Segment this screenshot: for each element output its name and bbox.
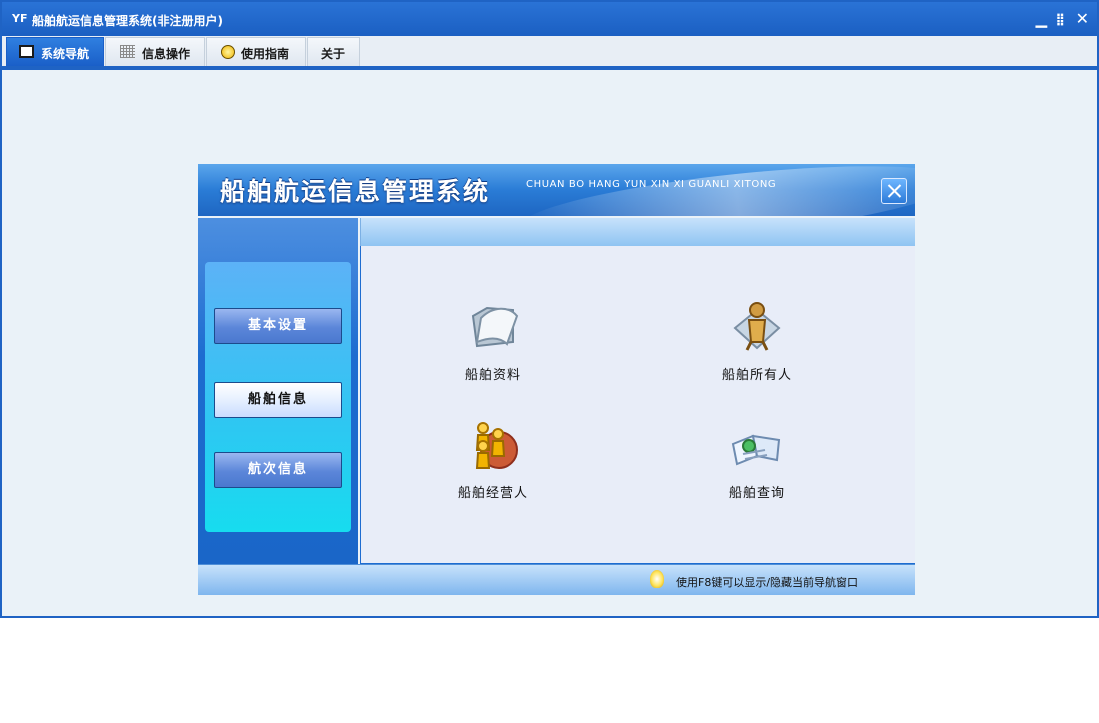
- sidebar-item-ship-info[interactable]: 船舶信息: [214, 382, 342, 418]
- item-label: 船舶经营人: [457, 486, 528, 501]
- tab-user-guide[interactable]: 使用指南: [206, 37, 306, 66]
- navigation-footer: 使用F8键可以显示/隐藏当前导航窗口: [198, 564, 915, 595]
- navigation-sidebar: 基本设置 船舶信息 航次信息: [198, 218, 358, 564]
- content-header: [360, 218, 915, 246]
- title-bar[interactable]: YF 船舶航运信息管理系统(非注册用户) ▁ ⣿ ✕: [2, 2, 1097, 36]
- navigation-header: 船舶航运信息管理系统 CHUAN BO HANG YUN XIN XI GUAN…: [198, 164, 915, 216]
- navigation-content: 船舶资料 船舶所有人 船舶经营人 船舶查询: [360, 246, 915, 564]
- tab-info-operation[interactable]: 信息操作: [105, 37, 205, 66]
- item-label: 船舶所有人: [721, 368, 792, 383]
- minimize-icon[interactable]: ▁: [1035, 10, 1047, 28]
- navigation-title: 船舶航运信息管理系统: [220, 177, 491, 206]
- restore-icon[interactable]: ⣿: [1056, 10, 1065, 28]
- grid-icon: [120, 45, 135, 58]
- menu-bar: 系统导航 信息操作 使用指南 关于: [2, 36, 1097, 70]
- item-label: 船舶查询: [728, 486, 785, 501]
- people-globe-icon: [475, 422, 518, 469]
- item-label: 船舶资料: [464, 368, 521, 383]
- item-ship-data[interactable]: 船舶资料: [413, 298, 573, 388]
- tab-label: 使用指南: [241, 47, 290, 61]
- sidebar-item-voyage-info[interactable]: 航次信息: [214, 452, 342, 488]
- folder-icon: [471, 306, 519, 348]
- navigation-panel: 船舶航运信息管理系统 CHUAN BO HANG YUN XIN XI GUAN…: [198, 164, 915, 595]
- tab-system-navigation[interactable]: 系统导航: [6, 37, 104, 66]
- sidebar-button-group: 基本设置 船舶信息 航次信息: [205, 262, 351, 532]
- sidebar-item-basic-settings[interactable]: 基本设置: [214, 308, 342, 344]
- tab-label: 信息操作: [142, 47, 191, 61]
- header-decoration: [516, 164, 915, 216]
- person-icon: [733, 302, 781, 351]
- item-ship-owner[interactable]: 船舶所有人: [677, 298, 837, 388]
- monitor-icon: [19, 45, 34, 58]
- footer-tip: 使用F8键可以显示/隐藏当前导航窗口: [676, 576, 859, 589]
- app-logo-icon: YF: [12, 12, 28, 25]
- app-window: YF 船舶航运信息管理系统(非注册用户) ▁ ⣿ ✕ 系统导航 信息操作 使用指…: [0, 0, 1099, 618]
- window-title: 船舶航运信息管理系统(非注册用户): [32, 14, 223, 28]
- lightbulb-icon: [650, 570, 664, 588]
- tab-label: 关于: [321, 47, 346, 61]
- guide-icon: [221, 45, 235, 59]
- item-ship-search[interactable]: 船舶查询: [677, 416, 837, 506]
- close-navigation-button[interactable]: [881, 178, 907, 204]
- tab-about[interactable]: 关于: [307, 37, 360, 66]
- item-ship-operator[interactable]: 船舶经营人: [413, 416, 573, 506]
- navigation-subtitle: CHUAN BO HANG YUN XIN XI GUANLI XITONG: [526, 179, 777, 190]
- close-icon[interactable]: ✕: [1076, 10, 1089, 28]
- tab-label: 系统导航: [41, 47, 90, 61]
- search-book-icon: [731, 434, 781, 466]
